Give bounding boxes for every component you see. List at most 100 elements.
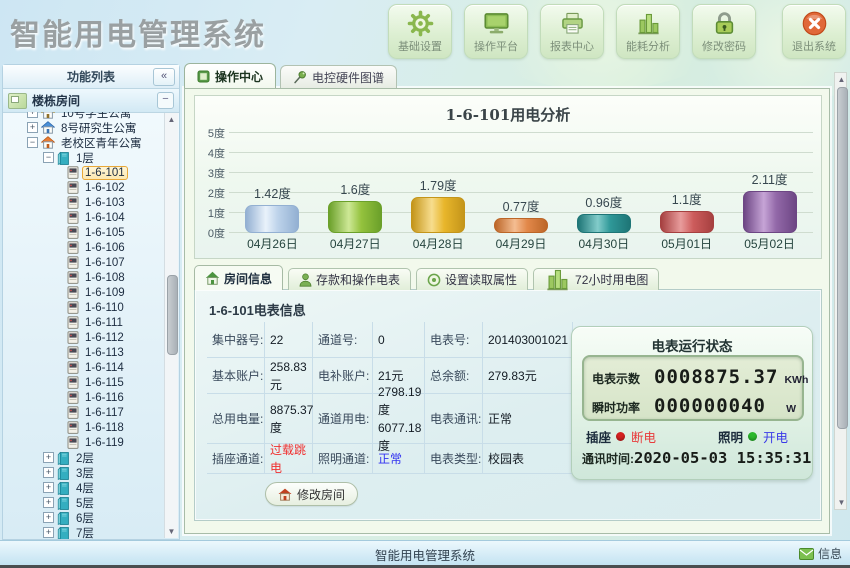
main-tab-strip: 操作中心电控硬件图谱 <box>184 64 401 88</box>
tree-item-label: 1层 <box>73 149 97 167</box>
bar-slot: 1.1度 <box>645 132 728 233</box>
tree-item[interactable]: 1-6-106 <box>3 240 165 255</box>
expand-icon[interactable]: + <box>43 467 54 478</box>
bar-value-label: 1.42度 <box>254 183 291 202</box>
toolbar-button-1[interactable]: 基础设置 <box>388 4 452 59</box>
tab-1[interactable]: 房间信息 <box>194 265 283 290</box>
tree-item[interactable]: +6层 <box>3 510 165 525</box>
meter-icon <box>67 241 79 254</box>
tree-item[interactable]: 1-6-116 <box>3 390 165 405</box>
tree-item[interactable]: +8号研究生公寓 <box>3 120 165 135</box>
meter-icon <box>67 361 79 374</box>
toolbar-button-label: 报表中心 <box>550 38 594 54</box>
sidebar-scroll-thumb[interactable] <box>167 275 178 355</box>
tree-item[interactable]: 1-6-113 <box>3 345 165 360</box>
tree-item-label: 1-6-113 <box>82 346 127 360</box>
meter-icon <box>67 391 79 404</box>
meter-icon <box>67 316 79 329</box>
tree-item[interactable]: 1-6-108 <box>3 270 165 285</box>
info-field-value: 过载跳电 <box>265 444 313 474</box>
tree-item[interactable]: 1-6-102 <box>3 180 165 195</box>
edit-room-button[interactable]: 修改房间 <box>265 482 358 506</box>
scroll-up-icon[interactable]: ▲ <box>165 113 178 126</box>
expand-icon[interactable]: + <box>43 482 54 493</box>
room-info-table: 集中器号:22通道号:0电表号:201403001021基本账户:258.83元… <box>207 322 573 474</box>
target-icon <box>427 273 441 287</box>
y-tick-label: 5度 <box>195 125 225 141</box>
buildings-icon <box>8 93 27 109</box>
tab-4[interactable]: 72小时用电图 <box>533 268 659 290</box>
tree-item[interactable]: 1-6-101 <box>3 165 165 180</box>
sidebar-panel-bar[interactable]: 楼栋房间 − <box>3 89 179 113</box>
printer-icon <box>559 9 586 37</box>
info-field-label: 电表通讯: <box>425 394 483 444</box>
collapse-icon[interactable]: − <box>27 137 38 148</box>
toolbar-button-5[interactable]: 修改密码 <box>692 4 756 59</box>
tree-item[interactable]: 1-6-109 <box>3 285 165 300</box>
tree-item[interactable]: 1-6-110 <box>3 300 165 315</box>
expand-icon[interactable]: + <box>27 112 38 118</box>
main-scrollbar[interactable]: ▲ ▼ <box>834 72 847 510</box>
tree-item[interactable]: 1-6-104 <box>3 210 165 225</box>
bar-value-label: 2.11度 <box>752 169 788 188</box>
tree-item[interactable]: 1-6-103 <box>3 195 165 210</box>
meter-icon <box>67 301 79 314</box>
tab-label: 房间信息 <box>224 270 272 287</box>
info-button[interactable]: 信息 <box>799 545 842 562</box>
tree-item[interactable]: +5层 <box>3 495 165 510</box>
expand-icon[interactable]: + <box>43 512 54 523</box>
y-tick-label: 4度 <box>195 145 225 161</box>
meter-icon <box>67 256 79 269</box>
info-field-label: 基本账户: <box>207 358 265 394</box>
expand-icon[interactable]: + <box>43 452 54 463</box>
socket-status-dot-icon <box>616 432 625 441</box>
meter-icon <box>67 226 79 239</box>
tree-item[interactable]: +4层 <box>3 480 165 495</box>
scroll-down-icon[interactable]: ▼ <box>165 525 178 538</box>
tree-item[interactable]: 1-6-105 <box>3 225 165 240</box>
sidebar-scrollbar[interactable]: ▲ ▼ <box>164 113 178 538</box>
collapse-icon[interactable]: − <box>43 152 54 163</box>
toolbar-button-3[interactable]: 报表中心 <box>540 4 604 59</box>
tree-item[interactable]: − 1层 <box>3 150 165 165</box>
meter-icon <box>67 196 79 209</box>
tree-item[interactable]: 1-6-114 <box>3 360 165 375</box>
expand-icon[interactable]: + <box>43 497 54 508</box>
sidebar-collapse-button[interactable]: « <box>153 68 175 86</box>
tab-2[interactable]: 电控硬件图谱 <box>280 65 397 88</box>
y-tick-label: 1度 <box>195 205 225 221</box>
scroll-down-icon[interactable]: ▼ <box>835 496 848 509</box>
house-orange-icon <box>41 136 55 149</box>
tree-item[interactable]: 1-6-115 <box>3 375 165 390</box>
socket-label: 插座 <box>586 427 611 446</box>
expand-icon[interactable]: + <box>43 527 54 538</box>
tree-item-label: 1-6-109 <box>82 286 128 300</box>
tree-item[interactable]: 1-6-118 <box>3 420 165 435</box>
tab-3[interactable]: 设置读取属性 <box>416 268 528 290</box>
tree-item[interactable]: 1-6-117 <box>3 405 165 420</box>
x-tick-label: 05月02日 <box>728 235 811 252</box>
toolbar-button-4[interactable]: 能耗分析 <box>616 4 680 59</box>
tree-item[interactable]: +2层 <box>3 450 165 465</box>
panel-collapse-button[interactable]: − <box>157 92 174 109</box>
house-blue-icon <box>41 121 55 134</box>
tree-item[interactable]: −老校区青年公寓 <box>3 135 165 150</box>
meter-icon <box>67 211 79 224</box>
toolbar-button-2[interactable]: 操作平台 <box>464 4 528 59</box>
tree-item-label: 1-6-105 <box>82 226 128 240</box>
tree-item[interactable]: +3层 <box>3 465 165 480</box>
tree-item[interactable]: 1-6-112 <box>3 330 165 345</box>
toolbar-button-6[interactable]: 退出系统 <box>782 4 846 59</box>
tab-1[interactable]: 操作中心 <box>184 63 276 88</box>
scroll-up-icon[interactable]: ▲ <box>835 73 848 86</box>
info-field-value: 279.83元 <box>483 358 573 394</box>
tree-item[interactable]: +7层 <box>3 525 165 539</box>
tree-item[interactable]: 1-6-119 <box>3 435 165 450</box>
tree-item[interactable]: 1-6-107 <box>3 255 165 270</box>
tab-2[interactable]: 存款和操作电表 <box>288 268 411 290</box>
expand-icon[interactable]: + <box>27 122 38 133</box>
info-field-value: 201403001021 <box>483 322 573 358</box>
tree-item[interactable]: 1-6-111 <box>3 315 165 330</box>
monitor-icon <box>483 9 510 37</box>
main-scroll-thumb[interactable] <box>837 87 848 429</box>
